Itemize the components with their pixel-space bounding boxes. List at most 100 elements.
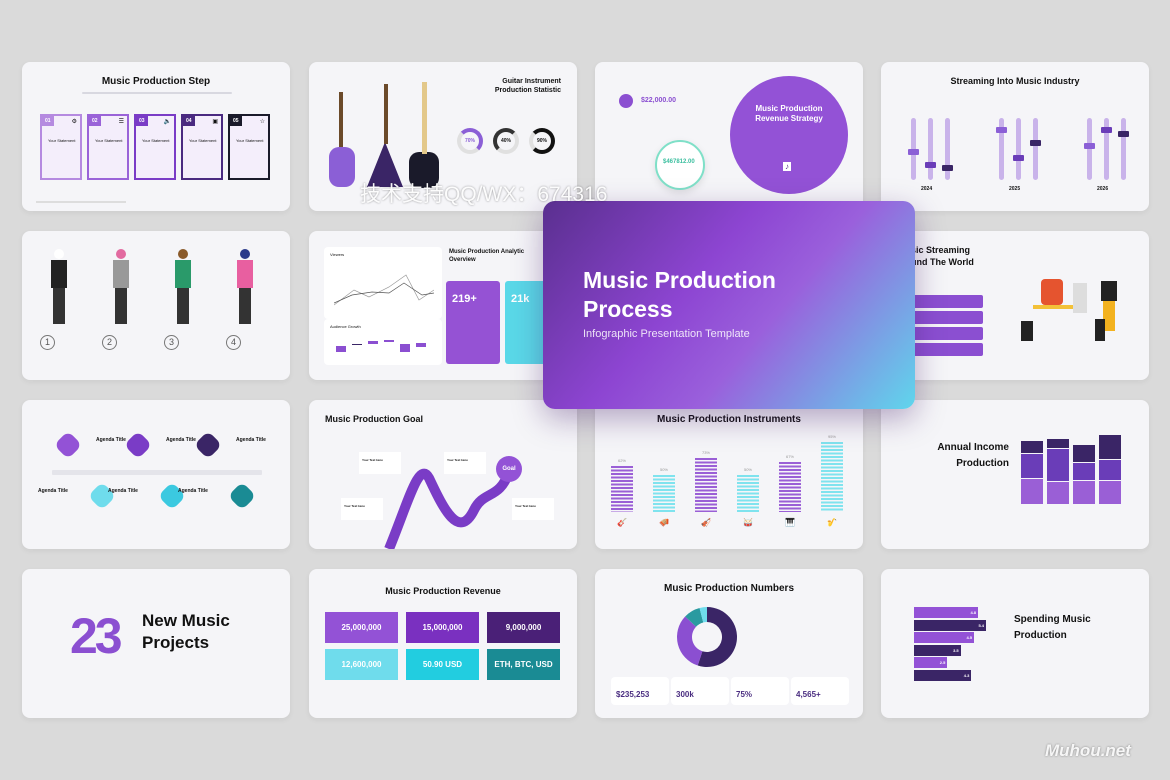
slide-title: Overview: [449, 257, 476, 263]
instrument-bar: [779, 462, 801, 512]
guitar-neck: [384, 84, 388, 144]
slide-production-numbers[interactable]: Music Production Numbers $235,253 300k 75%…: [595, 569, 863, 718]
bar-value-label: 62%: [617, 458, 626, 464]
slide-production-revenue[interactable]: Music Production Revenue 25,000,000 15,00…: [309, 569, 577, 718]
slide-annual-income[interactable]: Annual Income Production: [881, 400, 1149, 549]
slide-spending[interactable]: 4.8 5.4 4.5 3.5 2.5 4.3 Spending Music Produc…: [881, 569, 1149, 718]
speaker-icon: 🔈: [163, 119, 171, 125]
slide-instruments[interactable]: Music Production Instruments 62% 🎸 50% 🪗 73%…: [595, 400, 863, 549]
slide-title: und The World: [911, 257, 974, 267]
musician-illustration: [48, 249, 70, 329]
bar-value-label: 95%: [827, 433, 836, 439]
step-label: Your Statement: [48, 138, 76, 143]
stacked-segment: [1099, 459, 1121, 481]
slide-title: Production: [1014, 630, 1067, 641]
slide-production-goal[interactable]: Music Production Goal Goal Your Text Her…: [309, 400, 577, 549]
slide-title: Streaming Into Music Industry: [950, 76, 1080, 86]
stacked-segment: [1021, 453, 1043, 480]
divider: [52, 470, 262, 475]
slide-analytic-overview[interactable]: Viewers Audience Growth Music Production…: [309, 231, 577, 380]
violin-icon: 🎻: [701, 518, 711, 527]
band-illustration: [1021, 271, 1136, 343]
revenue-box: ETH, BTC, USD: [487, 649, 560, 680]
hero-title: Process: [583, 296, 673, 322]
star-icon: ☆: [259, 119, 265, 125]
bar-value-label: 2.5: [939, 660, 946, 665]
slide-title: Annual Income: [937, 442, 1009, 453]
line-chart: [334, 274, 434, 306]
slide-title: Guitar Instrument: [502, 78, 561, 85]
note-label: Your Text Here: [362, 458, 383, 462]
calendar-icon: [619, 94, 633, 108]
slide-title: Music Production Numbers: [663, 583, 794, 594]
audience-bar: [400, 344, 410, 352]
stat-ring: 70%: [457, 128, 483, 154]
stat-value: 219+: [452, 293, 477, 305]
step-card: 01 ⚙ Your Statement: [40, 114, 82, 180]
donut-chart: [677, 607, 737, 667]
slider-track: [945, 118, 950, 180]
stacked-segment: [1047, 448, 1069, 482]
slide-agenda[interactable]: Agenda Title Agenda Title Agenda Title Agen…: [22, 400, 290, 549]
slider-handle: [996, 127, 1007, 134]
goal-circle: Goal: [496, 456, 522, 482]
stacked-segment: [1021, 479, 1043, 505]
note-label: Your Text Here: [344, 504, 365, 508]
stat-value: 75%: [736, 690, 753, 699]
slide-new-projects[interactable]: 23 New Music Projects: [22, 569, 290, 718]
subtitle-line: [82, 92, 232, 94]
accordion-icon: 🪗: [659, 518, 669, 527]
revenue-box: 25,000,000: [325, 612, 398, 643]
note-label: Your Text Here: [447, 458, 468, 462]
chart-title: Viewers: [330, 252, 345, 257]
stacked-segment: [1047, 439, 1069, 449]
guitar-neck: [422, 82, 427, 154]
ribbon-path: [384, 468, 514, 549]
agenda-title: Agenda Title: [178, 488, 208, 494]
spending-bar: 4.5: [914, 632, 974, 643]
slide-title: Music Production Step: [101, 76, 211, 87]
spending-bar: 5.4: [914, 619, 986, 631]
instrument-bar: [737, 475, 759, 512]
agenda-icon: [87, 481, 117, 511]
slide-music-production-step[interactable]: Music Production Step 01 ⚙ Your Statement 0…: [22, 62, 290, 211]
viewers-chart: Viewers: [324, 247, 442, 319]
slide-title: sic Streaming: [911, 245, 971, 255]
agenda-title: Agenda Title: [38, 488, 68, 494]
slide-streaming-industry[interactable]: Streaming Into Music Industry 2024 2025 20…: [881, 62, 1149, 211]
step-label: Your Statement: [189, 138, 217, 143]
slider-handle: [942, 164, 953, 171]
revenue-value: 15,000,000: [422, 623, 463, 632]
number-stat-card: 300k: [671, 677, 729, 705]
slide-streaming-world[interactable]: sic Streaming und The World: [881, 231, 1149, 380]
project-count: 23: [70, 608, 123, 664]
instrument-bar: [821, 441, 843, 512]
agenda-icon: [123, 430, 153, 460]
agenda-icon: [193, 430, 223, 460]
revenue-box: 12,600,000: [325, 649, 398, 680]
agenda-title: Agenda Title: [236, 437, 266, 443]
step-number-circle: 4: [226, 335, 241, 350]
bar-value-label: 50%: [659, 467, 668, 472]
hero-title-card: Music Production Process Infographic Pre…: [543, 201, 915, 409]
slider-track: [1087, 118, 1092, 180]
slide-revenue-strategy[interactable]: $22,000.00 $467812.00 Music Production R…: [595, 62, 863, 211]
step-number-circle: 1: [40, 335, 55, 350]
revenue-box: 15,000,000: [406, 612, 479, 643]
step-card: 05 ☆ Your Statement: [228, 114, 270, 180]
goal-label: Goal: [502, 466, 516, 472]
revenue-box: 9,000,000: [487, 612, 560, 643]
stream-row: [911, 327, 983, 340]
spending-bar: 2.5: [914, 657, 948, 668]
slide-title: Production Statistic: [494, 87, 561, 94]
slide-musicians[interactable]: 1 2 3 4: [22, 231, 290, 380]
sliders-icon: ☰: [118, 119, 124, 125]
slider-handle: [908, 149, 919, 156]
audience-bar: [416, 343, 426, 347]
bar-value-label: 3.5: [953, 647, 959, 653]
bar-value-label: 73%: [701, 449, 710, 455]
number-stat-card: 75%: [731, 677, 789, 705]
watermark-bottom: Muhou.net: [1045, 741, 1131, 760]
piano-icon: 🎹: [785, 518, 795, 527]
slider-track: [928, 118, 933, 180]
